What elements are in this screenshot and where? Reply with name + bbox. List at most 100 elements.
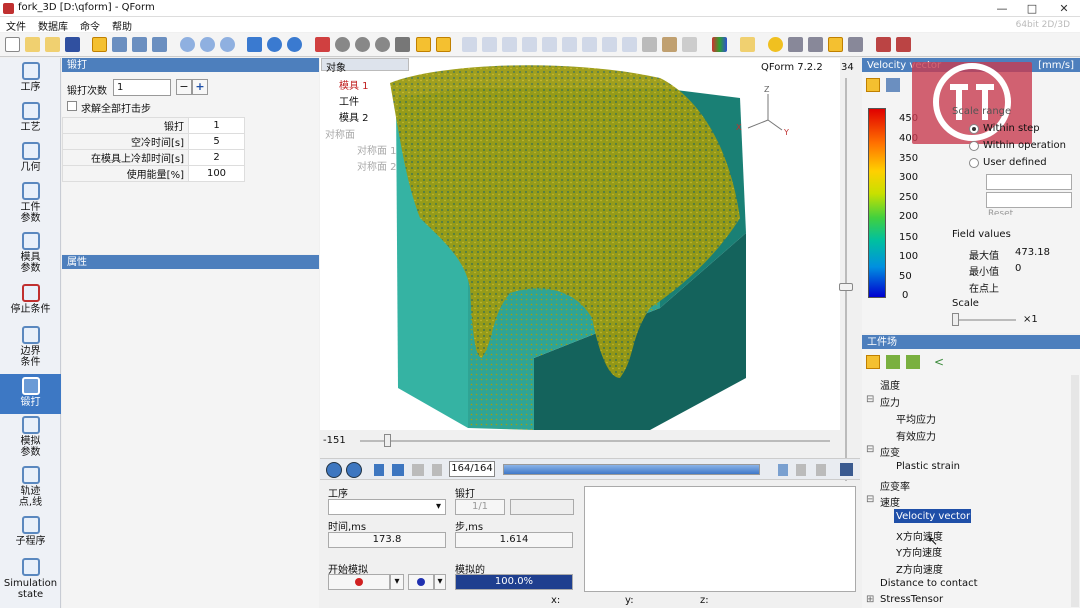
minus-button[interactable]: − [176, 79, 192, 95]
field-tree-item[interactable]: Y方向速度 [896, 544, 942, 559]
scale-max-input[interactable] [986, 174, 1072, 190]
tree-item-die2[interactable]: 模具 2 [339, 109, 369, 124]
field-tree-item[interactable]: Velocity vector [896, 511, 970, 522]
axis-z-icon[interactable] [542, 37, 557, 52]
axis-iso-icon[interactable] [602, 37, 617, 52]
play-back-icon[interactable] [778, 464, 788, 476]
hide-eye-icon[interactable] [375, 37, 390, 52]
show-mesh-icon[interactable] [335, 37, 350, 52]
start-dropdown-arrow[interactable]: ▾ [390, 574, 404, 590]
row-value[interactable]: 1 [188, 117, 245, 134]
legend-settings-icon[interactable] [886, 78, 900, 92]
axis-xs-icon[interactable] [482, 37, 497, 52]
row-value[interactable]: 5 [188, 133, 245, 150]
layer1-icon[interactable] [788, 37, 803, 52]
field-tree-item[interactable]: 有效应力 [896, 428, 936, 443]
menu-help[interactable]: 帮助 [106, 17, 138, 33]
row-value[interactable]: 100 [188, 165, 245, 182]
solve-all-checkbox[interactable] [67, 101, 77, 111]
nav-tool-params[interactable]: 模具 参数 [0, 232, 61, 278]
forward-circle-icon[interactable] [346, 462, 362, 478]
export-icon[interactable] [896, 37, 911, 52]
scale-min-input[interactable] [986, 192, 1072, 208]
shading-icon[interactable] [395, 37, 410, 52]
layer4-icon[interactable] [848, 37, 863, 52]
probe-icon[interactable] [682, 37, 697, 52]
menu-command[interactable]: 命令 [74, 17, 106, 33]
nav-blow[interactable]: 锻打 [0, 374, 61, 414]
within-operation-radio[interactable] [969, 141, 979, 151]
row-value[interactable]: 2 [188, 149, 245, 166]
layer2-icon[interactable] [808, 37, 823, 52]
show-eye-icon[interactable] [355, 37, 370, 52]
field-view-icon[interactable] [866, 355, 880, 369]
field-tree-item[interactable]: 应变率 [880, 478, 910, 493]
field-tree-item[interactable]: 温度 [880, 377, 900, 392]
maximize-button[interactable]: □ [1020, 0, 1044, 17]
next-step-icon[interactable] [412, 464, 424, 476]
within-step-radio[interactable] [969, 124, 979, 134]
axis-ys-icon[interactable] [522, 37, 537, 52]
save-frame-icon[interactable] [840, 463, 853, 476]
nav-sim-params[interactable]: 模拟 参数 [0, 416, 61, 462]
section-slider[interactable]: -151 [320, 432, 840, 450]
field-tree-item[interactable]: 应力 [880, 394, 900, 409]
blow-count-input[interactable]: 1 [113, 79, 171, 96]
report-icon[interactable] [876, 37, 891, 52]
view-box-icon[interactable] [132, 37, 147, 52]
axis-zs-icon[interactable] [562, 37, 577, 52]
field-tree-item[interactable]: Z方向速度 [896, 561, 943, 576]
field-tree-item[interactable]: 速度 [880, 494, 900, 509]
prev-step-icon[interactable] [392, 464, 404, 476]
warning-icon[interactable] [768, 37, 783, 52]
last-step-icon[interactable] [432, 464, 442, 476]
step-counter[interactable]: 164/164 [449, 461, 495, 477]
field-tree-item[interactable]: StressTensor [880, 594, 943, 605]
nav-trace[interactable]: 轨迹 点,线 [0, 466, 61, 512]
save-icon[interactable] [65, 37, 80, 52]
minimize-button[interactable]: — [990, 0, 1014, 17]
reset-button[interactable]: Reset [988, 209, 1013, 215]
chart-icon[interactable] [712, 37, 727, 52]
field-copy-icon[interactable] [886, 355, 900, 369]
field-tree-item[interactable]: 应变 [880, 444, 900, 459]
axis-zz-icon[interactable] [622, 37, 637, 52]
stop-dropdown-arrow[interactable]: ▾ [434, 574, 446, 590]
section-view-icon[interactable] [416, 37, 431, 52]
record-icon[interactable] [740, 37, 755, 52]
3d-view-icon[interactable] [642, 37, 657, 52]
blow-nav-buttons[interactable] [510, 499, 574, 515]
zoom-in-icon[interactable] [180, 37, 195, 52]
new-file-icon[interactable] [5, 37, 20, 52]
pause-icon[interactable] [796, 464, 806, 476]
nav-stop-conditions[interactable]: 停止条件 [0, 284, 61, 322]
nav-workpiece-params[interactable]: 工件 参数 [0, 182, 61, 228]
menu-file[interactable]: 文件 [0, 17, 32, 33]
step-progress-bar[interactable] [503, 464, 760, 475]
menu-database[interactable]: 数据库 [32, 17, 74, 33]
field-export-icon[interactable] [906, 355, 920, 369]
slider-thumb[interactable] [384, 434, 391, 447]
tree-item-symmetry[interactable]: 对称面 [325, 126, 355, 141]
process-dropdown[interactable]: ▾ [328, 499, 446, 515]
share-icon[interactable]: < [934, 355, 948, 369]
field-tree-item[interactable]: X方向速度 [896, 528, 943, 543]
tree-item-workpiece[interactable]: 工件 [339, 93, 359, 108]
nav-technology[interactable]: 工艺 [0, 102, 61, 140]
nav-geometry[interactable]: 几何 [0, 142, 61, 180]
tree-item-symmetry1[interactable]: 对称面 1 [357, 142, 397, 157]
expand-toggle-icon[interactable]: ⊞ [866, 594, 874, 605]
rotate-z-icon[interactable] [287, 37, 302, 52]
field-tree-item[interactable]: 平均应力 [896, 411, 936, 426]
play-icon[interactable] [816, 464, 826, 476]
open-folder-icon[interactable] [25, 37, 40, 52]
tree-item-symmetry2[interactable]: 对称面 2 [357, 158, 397, 173]
axis-view-icon[interactable] [582, 37, 597, 52]
half-view-icon[interactable] [436, 37, 451, 52]
tree-item-die1[interactable]: 模具 1 [339, 77, 369, 92]
close-button[interactable]: ✕ [1052, 0, 1076, 17]
start-record-button[interactable] [328, 574, 390, 590]
back-circle-icon[interactable] [326, 462, 342, 478]
plus-button[interactable]: + [192, 79, 208, 95]
fit-view-icon[interactable] [112, 37, 127, 52]
